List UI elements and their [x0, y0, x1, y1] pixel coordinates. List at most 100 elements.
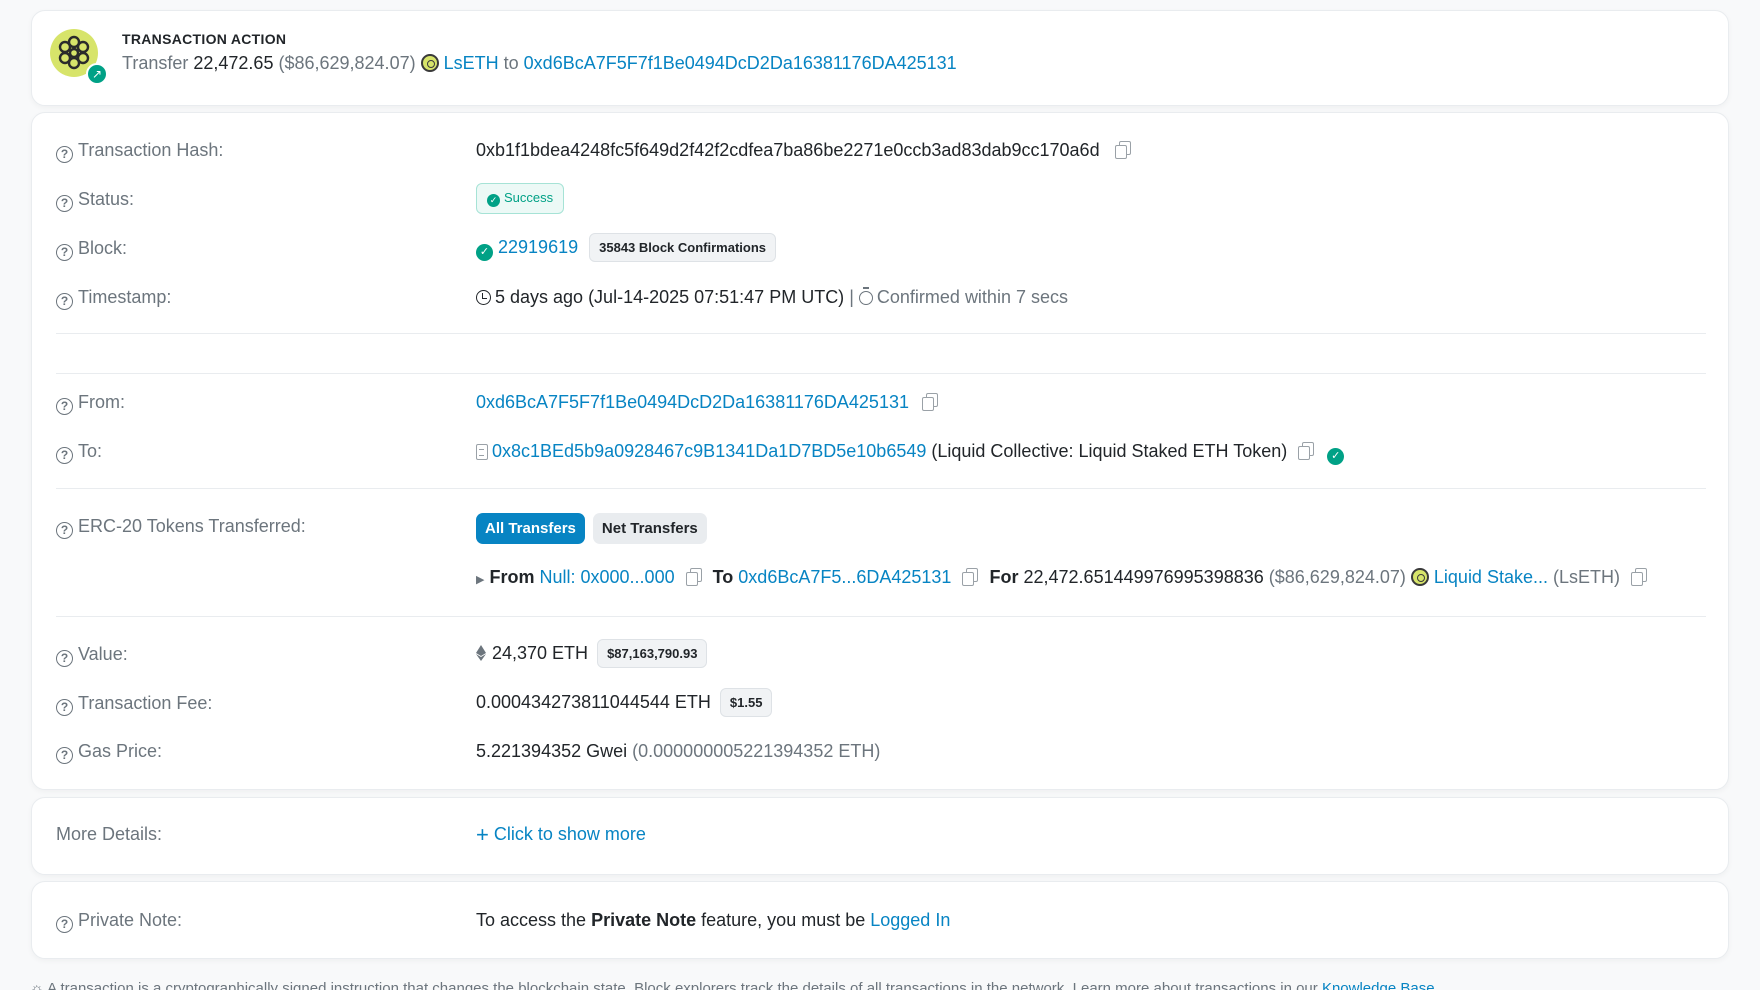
erc20-tabs: All Transfers Net Transfers: [476, 513, 710, 544]
status-label-row: ? Status:: [56, 189, 134, 212]
gas-label: Gas Price:: [78, 741, 163, 761]
copy-icon[interactable]: [1631, 568, 1648, 586]
transfer-amount: 22,472.651449976995398836: [1023, 567, 1264, 587]
question-icon[interactable]: ?: [56, 293, 73, 310]
erc20-transfer-row: ▶ From Null: 0x000...000 To 0xd6BcA7F5..…: [476, 567, 1648, 588]
from-value-row: 0xd6BcA7F5F7f1Be0494DcD2Da16381176DA4251…: [476, 392, 938, 413]
private-note-card: ? Private Note: To access the Private Not…: [31, 881, 1729, 959]
divider: [56, 333, 1706, 334]
copy-icon[interactable]: [962, 568, 979, 586]
question-icon[interactable]: ?: [56, 650, 73, 667]
footer-text: A transaction is a cryptographically sig…: [47, 980, 1318, 990]
copy-icon[interactable]: [1114, 141, 1131, 159]
action-title: TRANSACTION ACTION: [122, 31, 287, 47]
block-confirmations-badge: 35843 Block Confirmations: [589, 233, 777, 262]
timestamp-value: 5 days ago (Jul-14-2025 07:51:47 PM UTC): [495, 287, 845, 307]
action-amount: 22,472.65: [193, 53, 274, 73]
copy-icon[interactable]: [922, 393, 938, 411]
transaction-action-card: ↗ TRANSACTION ACTION Transfer 22,472.65 …: [31, 10, 1729, 106]
erc20-label: ERC-20 Tokens Transferred:: [78, 516, 306, 536]
transfer-amount-usd: ($86,629,824.07): [1268, 567, 1406, 587]
note-text-mid: feature, you must be: [701, 910, 866, 930]
fee-value: 0.000434273811044544 ETH: [476, 692, 711, 712]
tx-hash-label-row: ? Transaction Hash:: [56, 140, 223, 163]
value-usd-badge: $87,163,790.93: [597, 639, 708, 668]
erc20-label-row: ? ERC-20 Tokens Transferred:: [56, 516, 306, 539]
private-note-label: Private Note:: [78, 910, 183, 930]
footer-info: ☼ A transaction is a cryptographically s…: [30, 980, 1435, 990]
question-icon[interactable]: ?: [56, 195, 73, 212]
transfer-token-symbol: (LsETH): [1553, 567, 1620, 587]
to-label-row: ? To:: [56, 441, 102, 464]
value-eth: 24,370 ETH: [492, 643, 589, 663]
divider: [56, 616, 1706, 617]
transfer-from-word: From: [489, 567, 535, 587]
gas-row: 5.221394352 Gwei (0.000000005221394352 E…: [476, 741, 880, 762]
copy-icon[interactable]: [1298, 442, 1315, 460]
question-icon[interactable]: ?: [56, 522, 73, 539]
transfer-from-link[interactable]: Null: 0x000...000: [540, 567, 675, 587]
to-value-row: 0x8c1BEd5b9a0928467c9B1341Da1D7BD5e10b65…: [476, 441, 1345, 465]
question-icon[interactable]: ?: [56, 699, 73, 716]
question-icon[interactable]: ?: [56, 447, 73, 464]
tx-hash-value-row: 0xb1f1bdea4248fc5f649d2f42f2cdfea7ba86be…: [476, 140, 1131, 161]
transfer-for-word: For: [989, 567, 1019, 587]
transfer-to-word: To: [712, 567, 734, 587]
more-details-card: More Details: + Click to show more: [31, 797, 1729, 875]
action-verb: Transfer: [122, 53, 189, 73]
logged-in-link[interactable]: Logged In: [870, 910, 950, 930]
block-value-row: ✓ 22919619 35843 Block Confirmations: [476, 233, 777, 262]
divider: [56, 373, 1706, 374]
to-contract-name: (Liquid Collective: Liquid Staked ETH To…: [931, 441, 1288, 461]
copy-icon[interactable]: [685, 568, 702, 586]
tx-hash-value: 0xb1f1bdea4248fc5f649d2f42f2cdfea7ba86be…: [476, 140, 1100, 160]
from-address-link[interactable]: 0xd6BcA7F5F7f1Be0494DcD2Da16381176DA4251…: [476, 392, 909, 412]
caret-right-icon[interactable]: ▶: [476, 574, 484, 586]
from-label: From:: [78, 392, 125, 412]
question-icon[interactable]: ?: [56, 244, 73, 261]
question-icon[interactable]: ?: [56, 747, 73, 764]
action-amount-usd: ($86,629,824.07): [278, 53, 416, 73]
status-value-row: ✓ Success: [476, 183, 565, 214]
timestamp-value-row: 5 days ago (Jul-14-2025 07:51:47 PM UTC)…: [476, 287, 1068, 308]
knowledge-base-link[interactable]: Knowledge Base: [1322, 980, 1435, 990]
divider: [56, 488, 1706, 489]
value-label: Value:: [78, 644, 128, 664]
question-icon[interactable]: ?: [56, 398, 73, 415]
gas-gwei: 5.221394352 Gwei: [476, 741, 628, 761]
to-address-link[interactable]: 0x8c1BEd5b9a0928467c9B1341Da1D7BD5e10b65…: [492, 441, 926, 461]
question-icon[interactable]: ?: [56, 916, 73, 933]
action-to-address-link[interactable]: 0xd6BcA7F5F7f1Be0494DcD2Da16381176DA4251…: [524, 53, 957, 73]
to-label: To:: [78, 441, 103, 461]
question-icon[interactable]: ?: [56, 146, 73, 163]
transfer-token-link[interactable]: Liquid Stake...: [1434, 567, 1548, 587]
tx-hash-label: Transaction Hash:: [78, 140, 224, 160]
timestamp-label: Timestamp:: [78, 287, 172, 307]
status-badge: ✓ Success: [476, 183, 565, 214]
verified-check-icon: ✓: [1327, 448, 1345, 465]
fee-usd-badge: $1.55: [719, 688, 773, 717]
clock-icon: [476, 290, 491, 305]
action-token-link[interactable]: LsETH: [444, 53, 499, 73]
timestamp-separator: |: [849, 287, 854, 307]
fee-label: Transaction Fee:: [78, 693, 213, 713]
show-more-link[interactable]: + Click to show more: [476, 822, 646, 848]
gas-label-row: ? Gas Price:: [56, 741, 162, 764]
status-label: Status:: [78, 189, 135, 209]
value-label-row: ? Value:: [56, 644, 128, 667]
note-text-before: To access the: [476, 910, 587, 930]
lightbulb-icon: ☼: [30, 980, 44, 990]
tab-all-transfers[interactable]: All Transfers: [476, 513, 585, 544]
block-label-row: ? Block:: [56, 238, 127, 261]
tab-net-transfers[interactable]: Net Transfers: [592, 513, 707, 544]
plus-icon: +: [476, 822, 489, 847]
transfer-to-link[interactable]: 0xd6BcA7F5...6DA425131: [738, 567, 951, 587]
check-circle-icon: ✓: [487, 194, 500, 207]
check-circle-icon: ✓: [476, 244, 493, 261]
transaction-overview-card: ? Transaction Hash: 0xb1f1bdea4248fc5f649…: [31, 112, 1729, 790]
gas-eth: (0.000000005221394352 ETH): [632, 741, 881, 761]
action-to-word: to: [503, 53, 519, 73]
token-avatar-icon: ↗: [50, 29, 108, 85]
block-number-link[interactable]: 22919619: [498, 237, 578, 257]
ethereum-icon: [476, 645, 486, 661]
